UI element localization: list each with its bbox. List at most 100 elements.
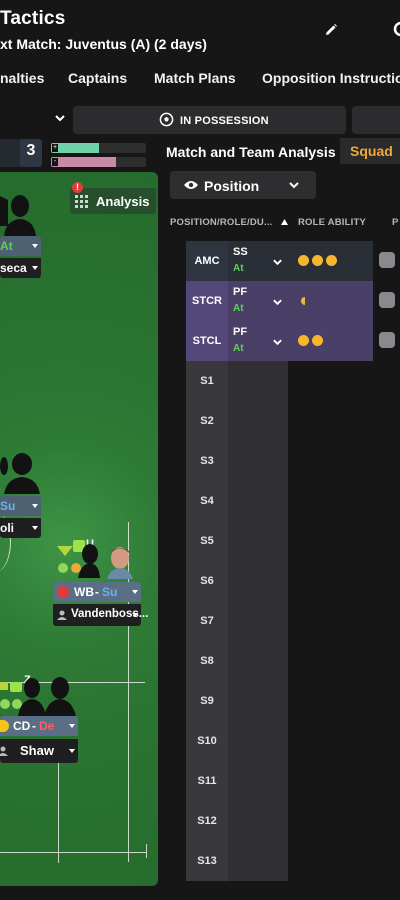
- sub-slot-label: S5: [200, 535, 214, 547]
- player-photo: [107, 547, 133, 579]
- column-header-position[interactable]: POSITION/ROLE/DU...: [170, 217, 273, 228]
- view-dropdown-label: Position: [204, 178, 260, 194]
- duty-label: At: [233, 303, 244, 314]
- sub-slot-label: S12: [197, 815, 217, 827]
- player-role-selector[interactable]: CD - De: [0, 716, 78, 736]
- player-duty-label: De: [39, 719, 55, 733]
- role-ability-star: [312, 335, 323, 346]
- chevron-down-icon: [55, 115, 65, 122]
- settings-icon[interactable]: [392, 20, 400, 38]
- caret-down-icon: [32, 266, 38, 270]
- player-duty-label: Su: [0, 499, 16, 513]
- sub-slot-label: S8: [200, 655, 214, 667]
- out-of-possession-button[interactable]: [352, 106, 400, 134]
- player-silhouette-icon: [0, 196, 8, 226]
- club-crest-icon: [0, 720, 9, 732]
- sub-slot-label: S9: [200, 695, 214, 707]
- tab-captains[interactable]: Captains: [68, 70, 127, 86]
- sub-slot-label: S13: [197, 855, 217, 867]
- chevron-down-icon[interactable]: [272, 257, 283, 267]
- sub-slot-label: S4: [200, 495, 214, 507]
- column-header-role-ability[interactable]: ROLE ABILITY: [298, 217, 366, 228]
- player-silhouette-icon: [0, 453, 40, 494]
- caret-down-icon: [132, 590, 138, 594]
- player-name-selector[interactable]: seca: [0, 258, 41, 278]
- table-row[interactable]: STCR PF At: [186, 281, 373, 321]
- duty-label: At: [233, 343, 244, 354]
- position-cell: STCL: [186, 321, 228, 361]
- table-row[interactable]: AMC SS At: [186, 241, 373, 281]
- compare-icon[interactable]: [379, 292, 395, 308]
- sub-slot-label: S1: [200, 375, 214, 387]
- tab-penalties[interactable]: nalties: [0, 70, 44, 86]
- in-possession-label: IN POSSESSION: [180, 115, 269, 127]
- tab-match-plans[interactable]: Match Plans: [154, 70, 236, 86]
- sub-slot-label: S11: [197, 775, 217, 787]
- next-match-info: xt Match: Juventus (A) (2 days): [0, 36, 207, 52]
- view-dropdown[interactable]: Position: [170, 171, 316, 199]
- compare-icon[interactable]: [379, 332, 395, 348]
- plus-icon: +: [52, 144, 58, 152]
- player-role-selector[interactable]: WB - Su: [53, 582, 141, 602]
- caret-down-icon: [69, 749, 75, 753]
- player-count-value: 3: [26, 142, 36, 159]
- position-cell: AMC: [186, 241, 228, 281]
- tab-squad-label: Squad: [350, 143, 393, 159]
- person-icon: [0, 746, 8, 756]
- player-role-selector[interactable]: At: [0, 236, 41, 256]
- player-role-selector[interactable]: Su: [0, 496, 41, 516]
- penalty-box-line: [0, 752, 59, 863]
- football-icon: [159, 112, 174, 127]
- role-ability-star: [298, 335, 309, 346]
- grid-icon: [75, 195, 88, 208]
- player-duty-label: At: [0, 239, 13, 253]
- familiarity-bar-2-fill: [51, 157, 116, 167]
- compare-icon[interactable]: [379, 252, 395, 268]
- position-cell: STCR: [186, 281, 228, 321]
- in-possession-button[interactable]: IN POSSESSION: [73, 106, 346, 134]
- caret-down-icon: [132, 613, 138, 617]
- duty-label: At: [233, 263, 244, 274]
- player-name-selector[interactable]: Shaw: [0, 739, 78, 763]
- chevron-down-icon: [289, 182, 299, 189]
- role-ability-star: [298, 255, 309, 266]
- table-row[interactable]: STCL PF At: [186, 321, 373, 361]
- player-silhouette-icon: [44, 677, 76, 716]
- panel-title: Match and Team Analysis: [166, 144, 336, 160]
- player-name-selector[interactable]: Vandenboss...: [53, 604, 148, 626]
- tactic-selector-dropdown[interactable]: [0, 106, 68, 134]
- sub-slot-label: S6: [200, 575, 214, 587]
- role-label: PF: [233, 286, 248, 298]
- player-role-abbrev: CD: [13, 719, 31, 733]
- caret-down-icon: [32, 504, 38, 508]
- role-label: SS: [233, 246, 248, 258]
- status-dot: [0, 699, 10, 709]
- eye-icon: [184, 181, 198, 189]
- pitch-line: [146, 844, 147, 858]
- player-silhouette-icon: [18, 678, 46, 716]
- sub-slot-label: S10: [197, 735, 217, 747]
- person-icon: [57, 610, 67, 620]
- caret-down-icon: [32, 526, 38, 530]
- tab-opposition-instructions[interactable]: Opposition Instructio: [262, 70, 400, 86]
- player-duty-label: Su: [102, 585, 118, 599]
- caret-down-icon: [69, 724, 75, 728]
- sort-ascending-icon[interactable]: [281, 219, 288, 225]
- familiarity-bar-1-fill: [51, 143, 99, 153]
- morale-heart-icon: [0, 682, 8, 690]
- player-name-selector[interactable]: oli: [0, 518, 41, 538]
- role-ability-half-star: [301, 297, 305, 305]
- goal-line: [0, 852, 146, 853]
- role-ability-star: [326, 255, 337, 266]
- analysis-label: Analysis: [96, 194, 150, 209]
- minus-icon: -: [52, 158, 58, 166]
- sub-slot-label: S7: [200, 615, 214, 627]
- chevron-down-icon[interactable]: [272, 297, 283, 307]
- player-role-abbrev: WB: [74, 585, 94, 599]
- status-dot: [58, 563, 68, 573]
- morale-heart-icon: [57, 546, 73, 556]
- pencil-icon[interactable]: [323, 22, 339, 38]
- player-silhouette-icon: [78, 544, 100, 578]
- column-header-partial[interactable]: P: [392, 217, 399, 228]
- chevron-down-icon[interactable]: [272, 337, 283, 347]
